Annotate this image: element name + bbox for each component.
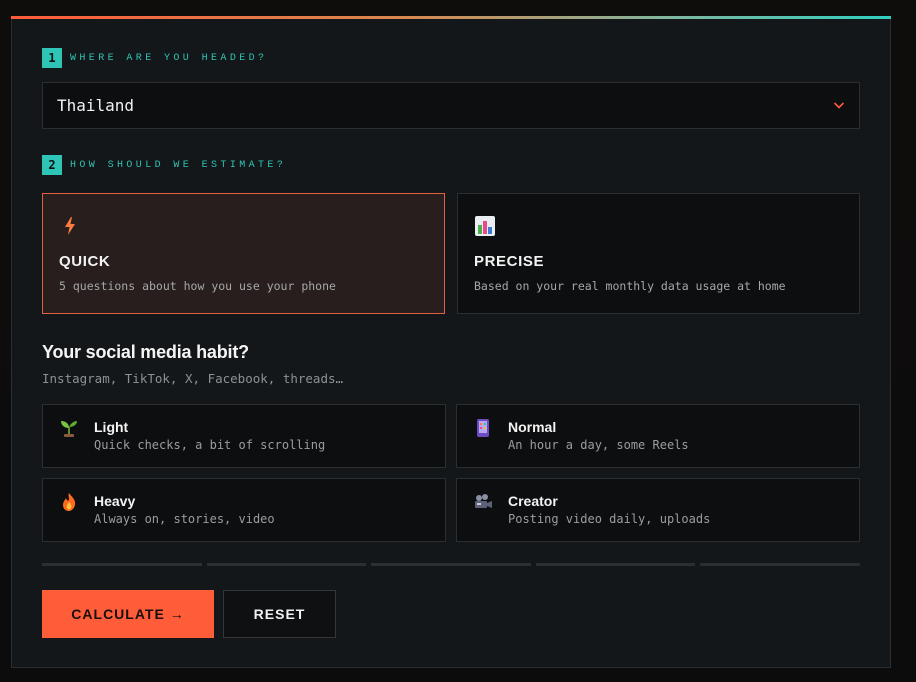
mode-title: QUICK <box>59 253 111 270</box>
step-number: 2 <box>42 155 62 175</box>
progress-segment <box>535 563 696 566</box>
destination-select[interactable]: Thailand <box>42 82 860 129</box>
movie-camera-icon <box>475 494 492 508</box>
option-normal[interactable]: Normal An hour a day, some Reels <box>456 404 860 468</box>
step-number: 1 <box>42 48 62 68</box>
mode-description: Based on your real monthly data usage at… <box>474 279 786 293</box>
gradient-top-bar <box>11 16 891 19</box>
option-description: An hour a day, some Reels <box>508 438 689 452</box>
option-light[interactable]: Light Quick checks, a bit of scrolling <box>42 404 446 468</box>
option-title: Creator <box>508 493 558 509</box>
bar-chart-icon <box>475 216 495 236</box>
option-heavy[interactable]: Heavy Always on, stories, video <box>42 478 446 542</box>
chevron-down-icon <box>833 102 845 109</box>
mode-quick-card[interactable]: QUICK 5 questions about how you use your… <box>42 193 445 314</box>
mode-description: 5 questions about how you use your phone <box>59 279 336 293</box>
lightning-icon <box>65 217 75 235</box>
progress-segment <box>206 563 367 566</box>
option-description: Always on, stories, video <box>94 512 275 526</box>
destination-value: Thailand <box>57 96 135 115</box>
option-title: Normal <box>508 419 557 435</box>
fire-icon <box>63 493 76 511</box>
phone-icon <box>477 419 489 437</box>
estimator-panel: 1 WHERE ARE YOU HEADED? Thailand 2 HOW S… <box>11 16 891 668</box>
question-title: Your social media habit? <box>42 342 249 362</box>
mode-title: PRECISE <box>474 253 545 270</box>
progress-segment <box>700 563 860 566</box>
mode-precise-card[interactable]: PRECISE Based on your real monthly data … <box>457 193 860 314</box>
seedling-icon <box>61 421 77 437</box>
question-subtitle: Instagram, TikTok, X, Facebook, threads… <box>42 371 344 386</box>
option-title: Heavy <box>94 493 136 509</box>
option-description: Posting video daily, uploads <box>508 512 711 526</box>
option-title: Light <box>94 419 129 435</box>
progress-segment <box>371 563 531 566</box>
calculate-button[interactable]: CALCULATE → <box>42 590 214 638</box>
step-label: HOW SHOULD WE ESTIMATE? <box>70 159 287 171</box>
step-2-header: 2 HOW SHOULD WE ESTIMATE? <box>42 155 286 175</box>
step-label: WHERE ARE YOU HEADED? <box>70 52 268 64</box>
reset-button[interactable]: RESET <box>223 590 336 638</box>
progress-segment <box>42 563 202 566</box>
option-creator[interactable]: Creator Posting video daily, uploads <box>456 478 860 542</box>
progress-bar <box>42 563 860 567</box>
step-1-header: 1 WHERE ARE YOU HEADED? <box>42 48 267 68</box>
option-description: Quick checks, a bit of scrolling <box>94 438 326 452</box>
